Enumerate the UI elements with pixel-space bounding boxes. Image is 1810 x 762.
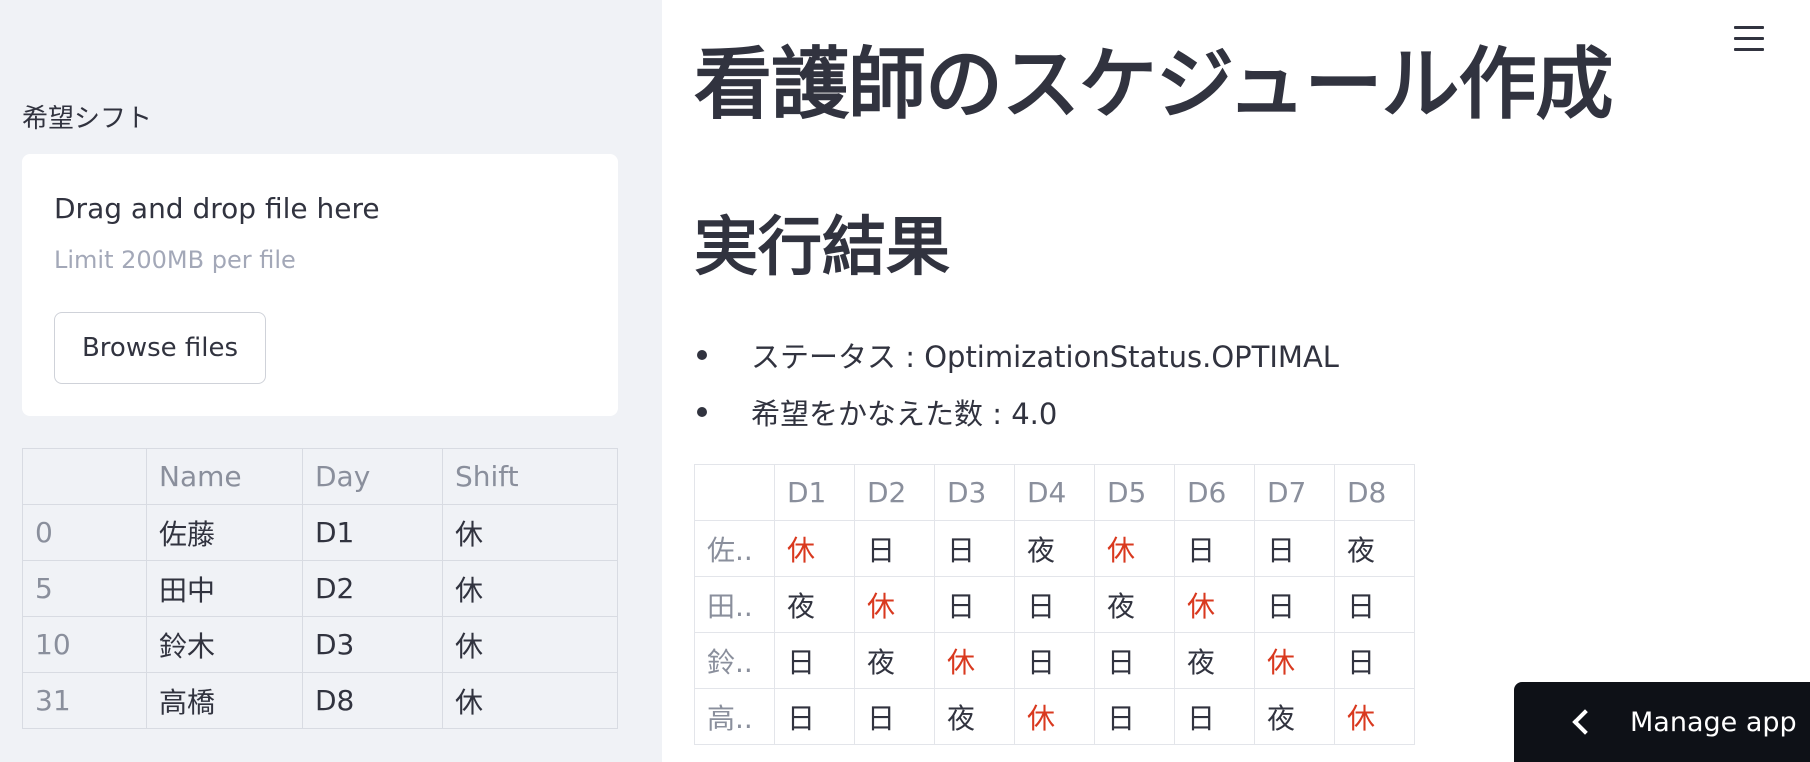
shift-cell[interactable]: 日	[774, 688, 855, 745]
shift-cell[interactable]: 日	[854, 520, 935, 577]
table-header-cell[interactable]: Day	[302, 448, 443, 505]
shift-cell[interactable]: 日	[854, 688, 935, 745]
table-row: 10 鈴木 D3 休	[22, 616, 618, 673]
table-row: 佐.. 休 日 日 夜 休 日 日 夜	[694, 520, 1415, 577]
shift-cell[interactable]: 日	[1014, 576, 1095, 633]
table-cell[interactable]: 鈴木	[146, 616, 303, 673]
shift-cell[interactable]: 夜	[934, 688, 1015, 745]
shift-cell[interactable]: 日	[1094, 632, 1175, 689]
table-cell[interactable]: D1	[302, 504, 443, 561]
table-cell[interactable]: 休	[442, 672, 618, 729]
shift-cell[interactable]: 日	[934, 520, 1015, 577]
shift-cell[interactable]: 夜	[1254, 688, 1335, 745]
table-header-cell[interactable]: D2	[854, 464, 935, 521]
shift-cell[interactable]: 日	[1254, 520, 1335, 577]
table-header-cell[interactable]: Name	[146, 448, 303, 505]
shift-cell[interactable]: 日	[774, 632, 855, 689]
shift-cell[interactable]: 夜	[1174, 632, 1255, 689]
table-header-row: Name Day Shift	[22, 448, 618, 505]
fulfilled-count-text: 希望をかなえた数 : 4.0	[751, 396, 1058, 431]
sidebar: 希望シフト Drag and drop file here Limit 200M…	[0, 0, 662, 762]
shift-cell[interactable]: 休	[1174, 576, 1255, 633]
hamburger-menu-icon[interactable]	[1734, 26, 1764, 56]
shift-cell[interactable]: 日	[1334, 632, 1415, 689]
table-header-cell[interactable]: D4	[1014, 464, 1095, 521]
result-summary-list: ステータス : OptimizationStatus.OPTIMAL 希望をかな…	[694, 326, 1339, 440]
browse-files-button[interactable]: Browse files	[54, 312, 266, 384]
shift-cell[interactable]: 休	[774, 520, 855, 577]
table-row: 31 高橋 D8 休	[22, 672, 618, 729]
shift-cell[interactable]: 日	[1014, 632, 1095, 689]
dropzone-limit: Limit 200MB per file	[54, 246, 296, 274]
shift-cell[interactable]: 休	[934, 632, 1015, 689]
shift-cell[interactable]: 日	[934, 576, 1015, 633]
shift-cell[interactable]: 日	[1094, 688, 1175, 745]
shift-cell[interactable]: 日	[1174, 688, 1255, 745]
table-cell[interactable]: D8	[302, 672, 443, 729]
dropzone-title: Drag and drop file here	[54, 192, 380, 225]
table-row: 田.. 夜 休 日 日 夜 休 日 日	[694, 576, 1415, 633]
table-cell[interactable]: 0	[22, 504, 147, 561]
table-row: 5 田中 D2 休	[22, 560, 618, 617]
chevron-left-icon	[1572, 709, 1598, 735]
table-cell[interactable]: D2	[302, 560, 443, 617]
table-header-cell[interactable]	[22, 448, 147, 505]
table-row: 鈴.. 日 夜 休 日 日 夜 休 日	[694, 632, 1415, 689]
table-header-cell[interactable]: D3	[934, 464, 1015, 521]
shift-cell[interactable]: 夜	[854, 632, 935, 689]
row-name-cell[interactable]: 田..	[694, 576, 775, 633]
table-header-cell[interactable]: Shift	[442, 448, 618, 505]
shift-cell[interactable]: 日	[1334, 576, 1415, 633]
row-name-cell[interactable]: 鈴..	[694, 632, 775, 689]
table-cell[interactable]: 高橋	[146, 672, 303, 729]
table-row: 0 佐藤 D1 休	[22, 504, 618, 561]
row-name-cell[interactable]: 佐..	[694, 520, 775, 577]
table-cell[interactable]: 休	[442, 560, 618, 617]
results-heading: 実行結果	[694, 211, 950, 285]
shift-cell[interactable]: 休	[1094, 520, 1175, 577]
table-cell[interactable]: 31	[22, 672, 147, 729]
uploaded-data-table: Name Day Shift 0 佐藤 D1 休 5 田中 D2 休 10 鈴木…	[22, 448, 618, 729]
shift-cell[interactable]: 休	[1014, 688, 1095, 745]
bullet-icon	[697, 349, 707, 360]
shift-cell[interactable]: 休	[1254, 632, 1335, 689]
bullet-icon	[697, 406, 707, 417]
table-row: 高.. 日 日 夜 休 日 日 夜 休	[694, 688, 1415, 745]
table-header-cell[interactable]: D6	[1174, 464, 1255, 521]
table-cell[interactable]: 休	[442, 616, 618, 673]
manage-app-button[interactable]: Manage app	[1514, 682, 1810, 762]
table-cell[interactable]: 佐藤	[146, 504, 303, 561]
table-header-cell[interactable]: D5	[1094, 464, 1175, 521]
table-cell[interactable]: 5	[22, 560, 147, 617]
list-item: ステータス : OptimizationStatus.OPTIMAL	[694, 326, 1339, 383]
shift-cell[interactable]: 夜	[1014, 520, 1095, 577]
shift-cell[interactable]: 夜	[1334, 520, 1415, 577]
schedule-result-table: D1 D2 D3 D4 D5 D6 D7 D8 佐.. 休 日 日 夜 休 日 …	[694, 464, 1415, 745]
manage-app-label: Manage app	[1630, 706, 1797, 738]
status-text: ステータス : OptimizationStatus.OPTIMAL	[751, 339, 1339, 374]
table-header-cell[interactable]: D8	[1334, 464, 1415, 521]
table-cell[interactable]: 休	[442, 504, 618, 561]
shift-cell[interactable]: 休	[1334, 688, 1415, 745]
shift-cell[interactable]: 日	[1174, 520, 1255, 577]
shift-cell[interactable]: 夜	[774, 576, 855, 633]
page-title: 看護師のスケジュール作成	[694, 40, 1614, 130]
shift-cell[interactable]: 日	[1254, 576, 1335, 633]
table-cell[interactable]: 田中	[146, 560, 303, 617]
table-header-cell[interactable]: D7	[1254, 464, 1335, 521]
uploader-label: 希望シフト	[22, 104, 153, 134]
table-header-row: D1 D2 D3 D4 D5 D6 D7 D8	[694, 464, 1415, 521]
shift-cell[interactable]: 休	[854, 576, 935, 633]
list-item: 希望をかなえた数 : 4.0	[694, 383, 1339, 440]
shift-cell[interactable]: 夜	[1094, 576, 1175, 633]
file-dropzone[interactable]: Drag and drop file here Limit 200MB per …	[22, 154, 618, 416]
table-cell[interactable]: 10	[22, 616, 147, 673]
table-cell[interactable]: D3	[302, 616, 443, 673]
table-header-cell[interactable]: D1	[774, 464, 855, 521]
row-name-cell[interactable]: 高..	[694, 688, 775, 745]
table-header-cell[interactable]	[694, 464, 775, 521]
